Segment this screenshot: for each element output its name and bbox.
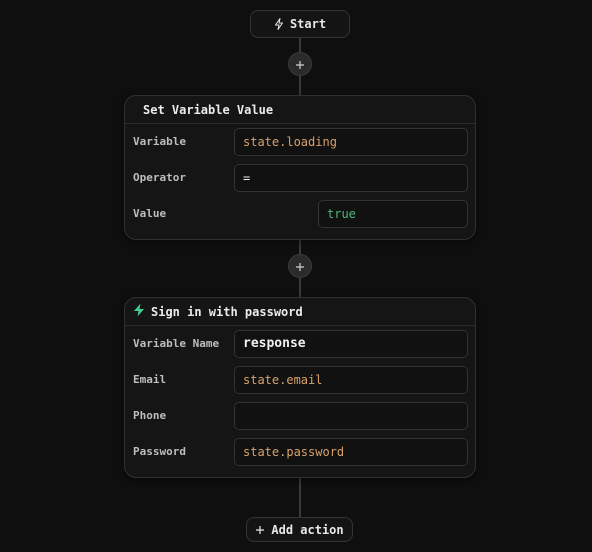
plus-icon — [255, 525, 265, 535]
variable-input[interactable]: state.loading — [234, 128, 468, 156]
field-label: Value — [133, 207, 167, 220]
lightning-icon — [274, 18, 284, 30]
field-label: Operator — [133, 171, 186, 184]
insert-step-button[interactable] — [288, 254, 312, 278]
connector-line — [299, 477, 301, 518]
field-row-password: Password state.password — [125, 434, 475, 470]
email-input[interactable]: state.email — [234, 366, 468, 394]
field-label: Email — [133, 373, 167, 386]
set-variable-card[interactable]: Set Variable Value Variable state.loadin… — [124, 95, 476, 240]
field-row-email: Email state.email — [125, 362, 475, 398]
plus-icon — [295, 257, 305, 276]
operator-select[interactable]: = — [234, 164, 468, 192]
phone-input[interactable] — [234, 402, 468, 430]
start-button[interactable]: Start — [250, 10, 350, 38]
password-input[interactable]: state.password — [234, 438, 468, 466]
field-row-operator: Operator = — [125, 160, 475, 196]
field-row-value: Value true — [125, 196, 475, 232]
card-header: Set Variable Value — [125, 96, 475, 124]
card-title: Set Variable Value — [143, 102, 274, 117]
sign-in-card[interactable]: Sign in with password Variable Name resp… — [124, 297, 476, 478]
field-row-phone: Phone — [125, 398, 475, 434]
field-label: Phone — [133, 409, 167, 422]
card-header: Sign in with password — [125, 298, 475, 326]
add-action-button[interactable]: Add action — [246, 517, 353, 542]
add-action-label: Add action — [271, 522, 344, 537]
field-label: Variable — [133, 135, 186, 148]
field-label: Password — [133, 445, 186, 458]
insert-step-button[interactable] — [288, 52, 312, 76]
variable-name-input[interactable]: response — [234, 330, 468, 358]
start-label: Start — [289, 17, 327, 31]
lightning-icon — [133, 303, 145, 320]
field-row-variable: Variable state.loading — [125, 124, 475, 160]
field-label: Variable Name — [133, 337, 220, 350]
value-input[interactable]: true — [318, 200, 468, 228]
field-row-variable-name: Variable Name response — [125, 326, 475, 362]
plus-icon — [295, 55, 305, 74]
card-title: Sign in with password — [151, 304, 303, 319]
